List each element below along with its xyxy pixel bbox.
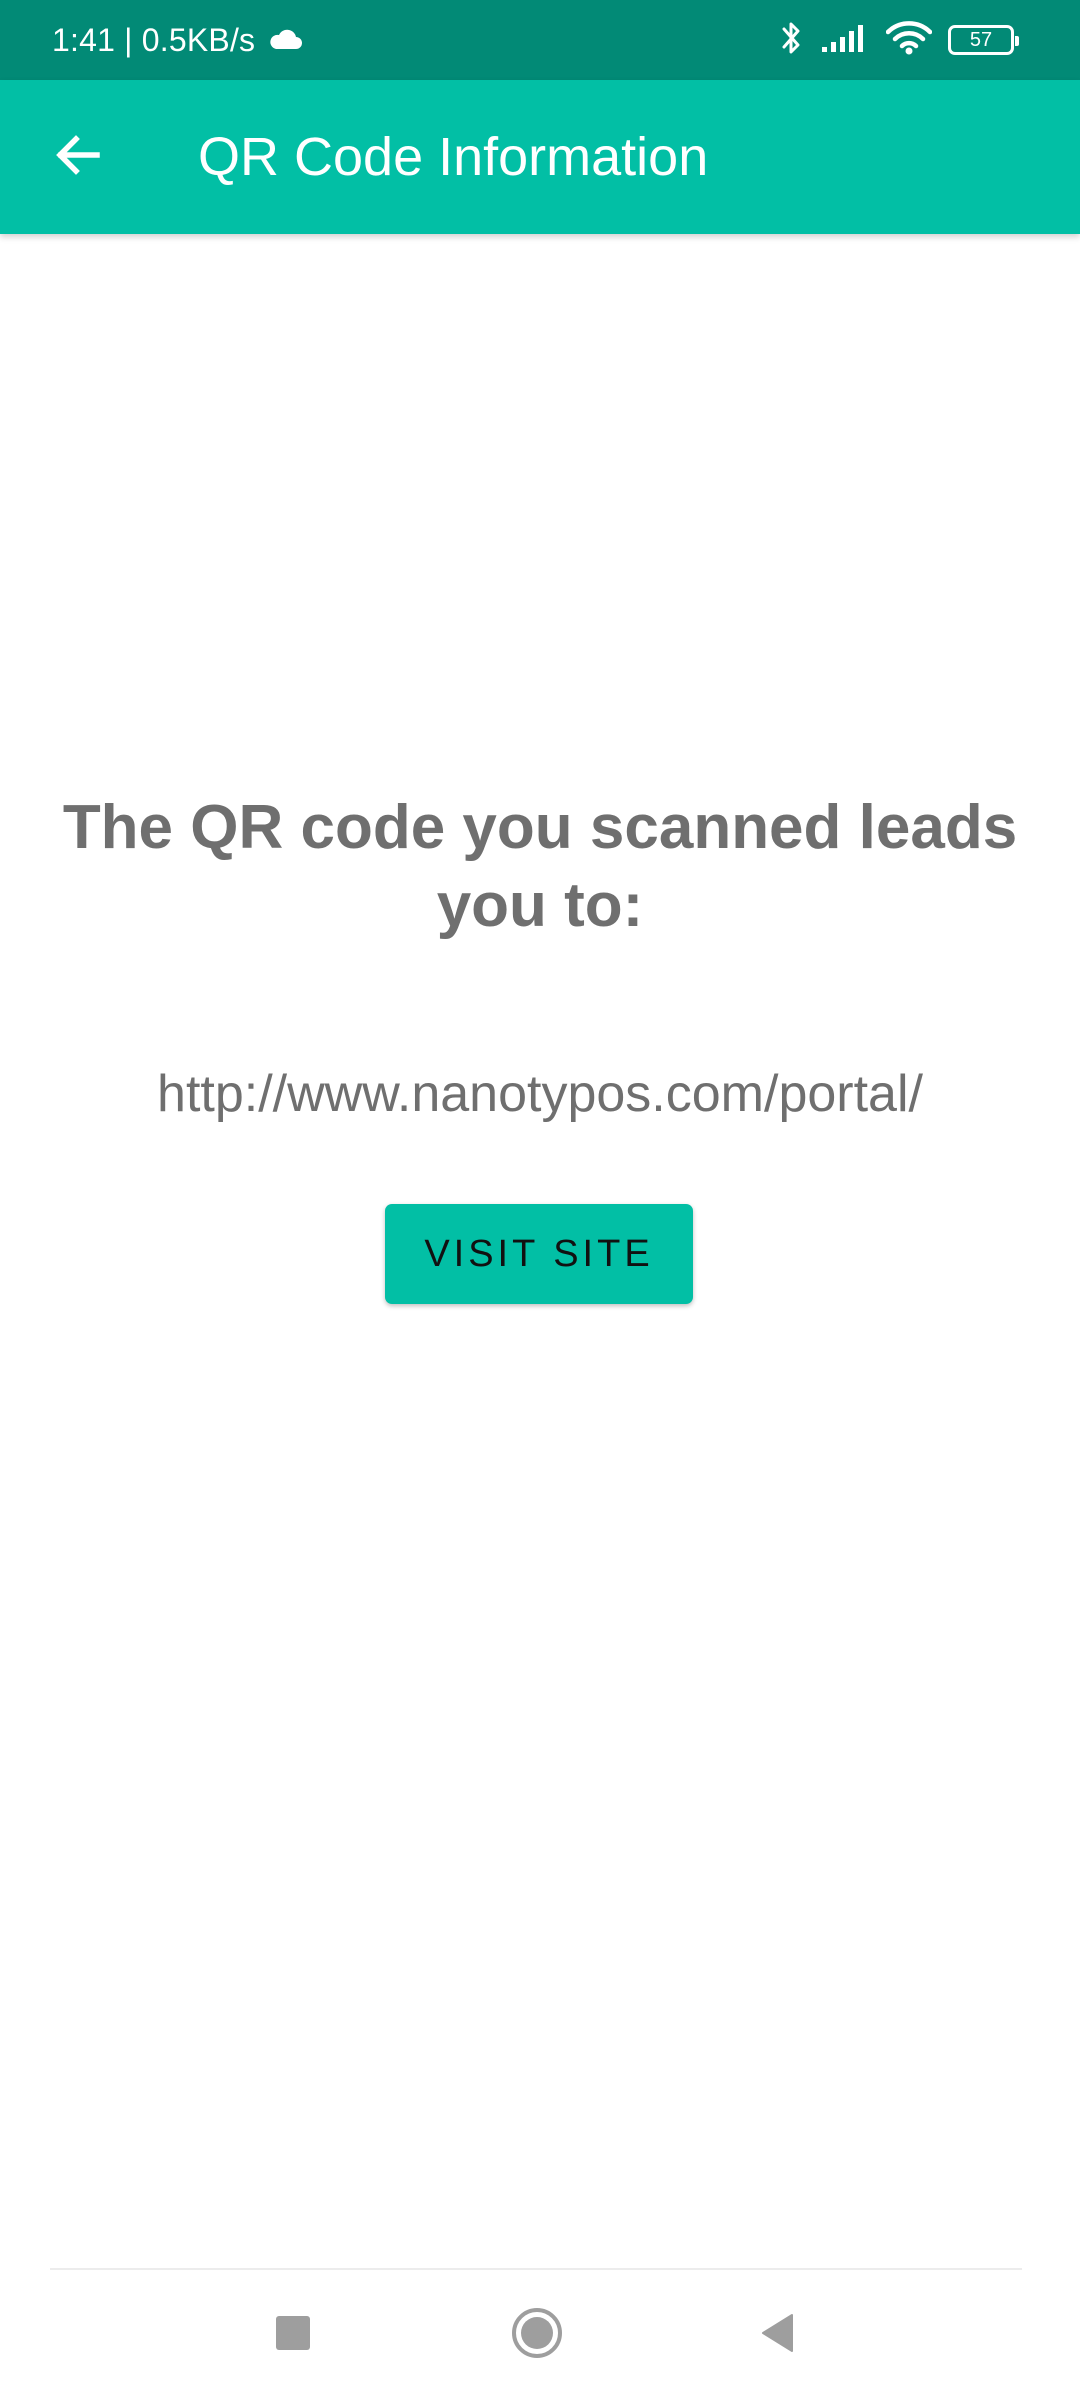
visit-site-button[interactable]: VISIT SITE: [385, 1204, 693, 1304]
battery-level: 57: [969, 28, 993, 51]
cloud-icon: [267, 22, 303, 59]
bluetooth-icon: [780, 19, 804, 62]
status-time-speed: 1:41 | 0.5KB/s: [52, 21, 256, 58]
recent-apps-button[interactable]: [233, 2270, 353, 2400]
headline-text: The QR code you scanned leads you to:: [62, 793, 1018, 940]
status-right: 57: [780, 0, 1019, 80]
screen: 1:41 | 0.5KB/s 57 QR Code Information Th…: [0, 0, 1080, 2400]
home-button[interactable]: [477, 2270, 597, 2400]
home-icon: [510, 2306, 564, 2365]
back-button[interactable]: [28, 107, 128, 207]
scanned-url: http://www.nanotypos.com/portal/: [157, 1065, 923, 1123]
back-icon: [758, 2312, 798, 2359]
status-bar: 1:41 | 0.5KB/s 57: [0, 0, 1080, 80]
nav-back-button[interactable]: [718, 2270, 838, 2400]
wifi-icon: [885, 20, 933, 60]
app-bar: QR Code Information: [0, 80, 1080, 234]
battery-icon: 57: [948, 25, 1019, 55]
content: The QR code you scanned leads you to: ht…: [0, 234, 1080, 2270]
navigation-bar: [0, 2270, 1080, 2400]
page-title: QR Code Information: [198, 127, 709, 187]
arrow-back-icon: [53, 130, 103, 185]
signal-icon: [820, 23, 870, 58]
status-left: 1:41 | 0.5KB/s: [52, 0, 303, 80]
recent-apps-icon: [273, 2313, 313, 2358]
